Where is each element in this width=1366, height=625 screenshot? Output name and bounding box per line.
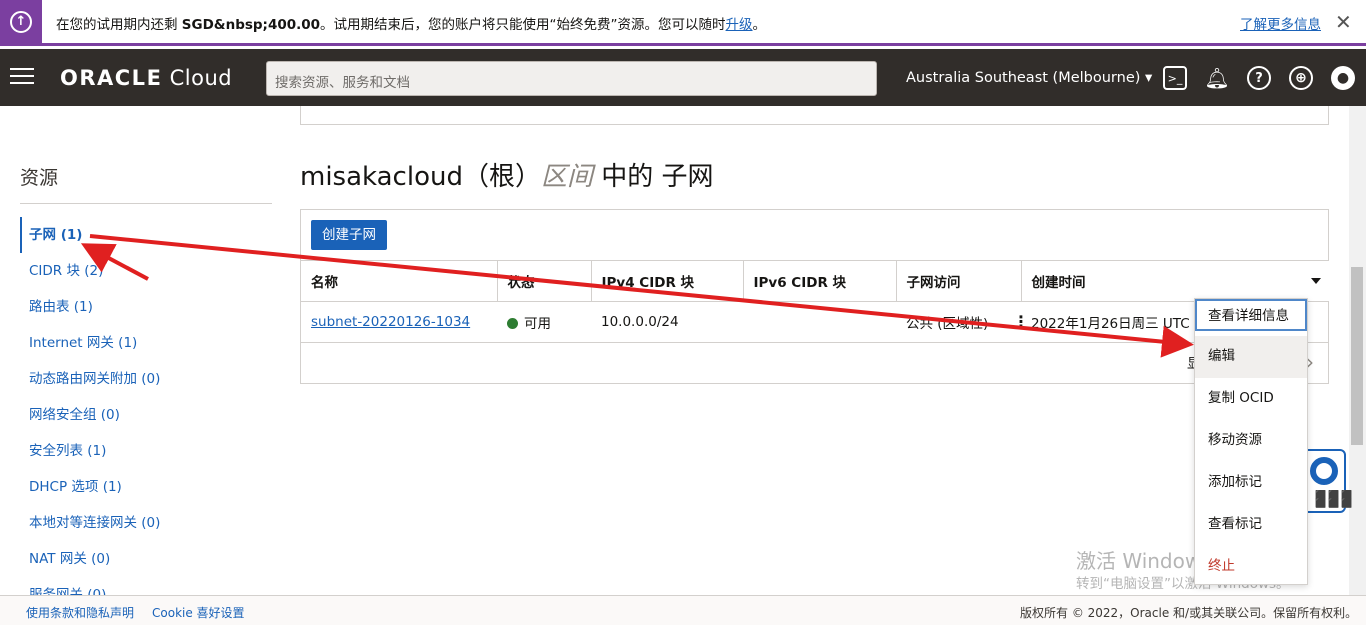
- close-icon[interactable]: ✕: [1335, 10, 1352, 34]
- cloud-shell-icon[interactable]: >_: [1163, 66, 1187, 90]
- arrow-up-icon: ↑: [10, 10, 32, 33]
- sidebar-item-cidr-blocks[interactable]: CIDR 块 (2): [20, 253, 272, 289]
- resources-list: 子网 (1) CIDR 块 (2) 路由表 (1) Internet 网关 (1…: [20, 217, 272, 597]
- chevron-down-icon: ▾: [1145, 70, 1153, 86]
- lifebuoy-icon: [1310, 457, 1338, 485]
- scrollbar-thumb[interactable]: [1351, 267, 1363, 445]
- sidebar-item-security-lists[interactable]: 安全列表 (1): [20, 433, 272, 469]
- region-label: Australia Southeast (Melbourne): [906, 70, 1141, 86]
- globe-icon[interactable]: ⊕: [1289, 66, 1313, 90]
- subnets-panel: 创建子网 名称 状态 IPv4 CIDR 块 IPv6 CIDR 块 子网访问 …: [300, 209, 1329, 384]
- oracle-cloud-logo[interactable]: ORACLE Cloud: [60, 66, 232, 90]
- column-header-ipv6[interactable]: IPv6 CIDR 块: [743, 260, 897, 302]
- user-profile-icon[interactable]: ●: [1331, 66, 1355, 90]
- menu-item-view-tags[interactable]: 查看标记: [1195, 504, 1307, 546]
- column-header-ipv4[interactable]: IPv4 CIDR 块: [591, 260, 744, 302]
- status-cell: 可用: [497, 301, 591, 343]
- top-navigation-bar: ORACLE Cloud 搜索资源、服务和文档 Australia Southe…: [0, 49, 1366, 106]
- row-actions-menu: 查看详细信息 编辑 复制 OCID 移动资源 添加标记 查看标记 终止: [1194, 298, 1308, 585]
- row-actions-kebab-icon[interactable]: ⋮: [1013, 312, 1029, 331]
- region-selector[interactable]: Australia Southeast (Melbourne) ▾: [906, 70, 1152, 86]
- status-text: 可用: [524, 316, 551, 332]
- help-icon[interactable]: ?: [1247, 66, 1271, 90]
- previous-section-box: [300, 106, 1329, 125]
- sidebar-item-local-peering-gateways[interactable]: 本地对等连接网关 (0): [20, 505, 272, 541]
- trial-amount: SGD&nbsp;400.00: [181, 17, 321, 33]
- column-header-name[interactable]: 名称: [301, 260, 498, 302]
- menu-item-edit[interactable]: 编辑: [1195, 336, 1307, 378]
- menu-item-copy-ocid[interactable]: 复制 OCID: [1195, 378, 1307, 420]
- menu-item-move-resource[interactable]: 移动资源: [1195, 420, 1307, 462]
- page-title: misakacloud（根）区间 中的 子网: [300, 162, 714, 192]
- hamburger-menu-icon[interactable]: [10, 68, 34, 86]
- ipv4-cell: 10.0.0.0/24: [591, 301, 743, 343]
- table-row: subnet-20220126-1034 可用 10.0.0.0/24 公共 (…: [301, 301, 1329, 343]
- table-header-row: 名称 状态 IPv4 CIDR 块 IPv6 CIDR 块 子网访问 创建时间: [301, 260, 1329, 302]
- sidebar-item-nat-gateways[interactable]: NAT 网关 (0): [20, 541, 272, 577]
- subnets-table: 名称 状态 IPv4 CIDR 块 IPv6 CIDR 块 子网访问 创建时间 …: [301, 260, 1329, 343]
- ipv6-cell: [743, 301, 896, 343]
- status-dot-icon: [507, 318, 518, 329]
- terms-privacy-link[interactable]: 使用条款和隐私声明: [26, 604, 134, 621]
- resources-heading: 资源: [20, 167, 59, 189]
- trial-text-pre: 在您的试用期内还剩: [56, 17, 182, 33]
- subnet-name-link[interactable]: subnet-20220126-1034: [311, 314, 470, 330]
- bell-icon[interactable]: 🔔︎: [1204, 66, 1229, 90]
- sidebar-item-internet-gateways[interactable]: Internet 网关 (1): [20, 325, 272, 361]
- sidebar-item-route-tables[interactable]: 路由表 (1): [20, 289, 272, 325]
- upgrade-link[interactable]: 升级: [726, 17, 753, 33]
- search-input[interactable]: 搜索资源、服务和文档: [266, 61, 877, 96]
- sidebar-item-subnets[interactable]: 子网 (1): [20, 217, 272, 253]
- sort-caret-icon[interactable]: [1311, 278, 1321, 284]
- sidebar-item-drg-attachments[interactable]: 动态路由网关附加 (0): [20, 361, 272, 397]
- trial-text-end: 。: [752, 17, 767, 33]
- column-header-status[interactable]: 状态: [497, 260, 592, 302]
- trial-banner: ↑ 在您的试用期内还剩 SGD&nbsp;400.00。试用期结束后，您的账户将…: [0, 0, 1366, 46]
- column-header-access[interactable]: 子网访问: [896, 260, 1022, 302]
- menu-item-add-tags[interactable]: 添加标记: [1195, 462, 1307, 504]
- grid-dots-icon: ⬛⬛⬛ ⬛⬛⬛: [1315, 491, 1355, 509]
- divider: [20, 203, 272, 204]
- upgrade-icon-box: ↑: [0, 0, 42, 43]
- help-widget[interactable]: ⬛⬛⬛ ⬛⬛⬛: [1302, 449, 1353, 513]
- activation-watermark-title: 激活 Windows: [1076, 549, 1212, 573]
- menu-item-view-details[interactable]: 查看详细信息: [1195, 299, 1307, 331]
- trial-message: 在您的试用期内还剩 SGD&nbsp;400.00。试用期结束后，您的账户将只能…: [56, 13, 766, 33]
- learn-more-link[interactable]: 了解更多信息: [1240, 13, 1321, 33]
- column-header-created[interactable]: 创建时间: [1021, 260, 1329, 302]
- sidebar-item-network-security-groups[interactable]: 网络安全组 (0): [20, 397, 272, 433]
- create-subnet-button[interactable]: 创建子网: [311, 220, 387, 250]
- access-cell: 公共 (区域性): [896, 301, 1021, 343]
- sidebar-item-dhcp-options[interactable]: DHCP 选项 (1): [20, 469, 272, 505]
- sidebar-item-service-gateways[interactable]: 服务网关 (0): [20, 577, 272, 597]
- copyright-text: 版权所有 © 2022，Oracle 和/或其关联公司。保留所有权利。: [1020, 606, 1358, 620]
- trial-text-mid: 。试用期结束后，您的账户将只能使用“始终免费”资源。您可以随时: [320, 17, 726, 33]
- menu-item-terminate[interactable]: 终止: [1195, 546, 1307, 588]
- page-footer: 使用条款和隐私声明 Cookie 喜好设置 版权所有 © 2022，Oracle…: [0, 595, 1366, 625]
- cookie-preferences-link[interactable]: Cookie 喜好设置: [152, 604, 245, 621]
